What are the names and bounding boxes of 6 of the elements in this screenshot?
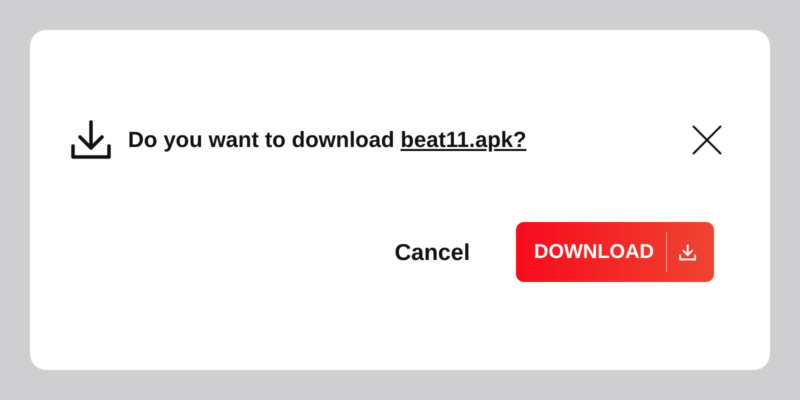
close-button[interactable]: [692, 125, 722, 155]
download-prompt: Do you want to download beat11.apk?: [128, 127, 528, 153]
file-link[interactable]: beat11.apk?: [400, 127, 526, 152]
download-button[interactable]: DOWNLOAD: [516, 222, 714, 282]
cancel-button[interactable]: Cancel: [394, 238, 470, 266]
download-icon: [70, 120, 112, 160]
